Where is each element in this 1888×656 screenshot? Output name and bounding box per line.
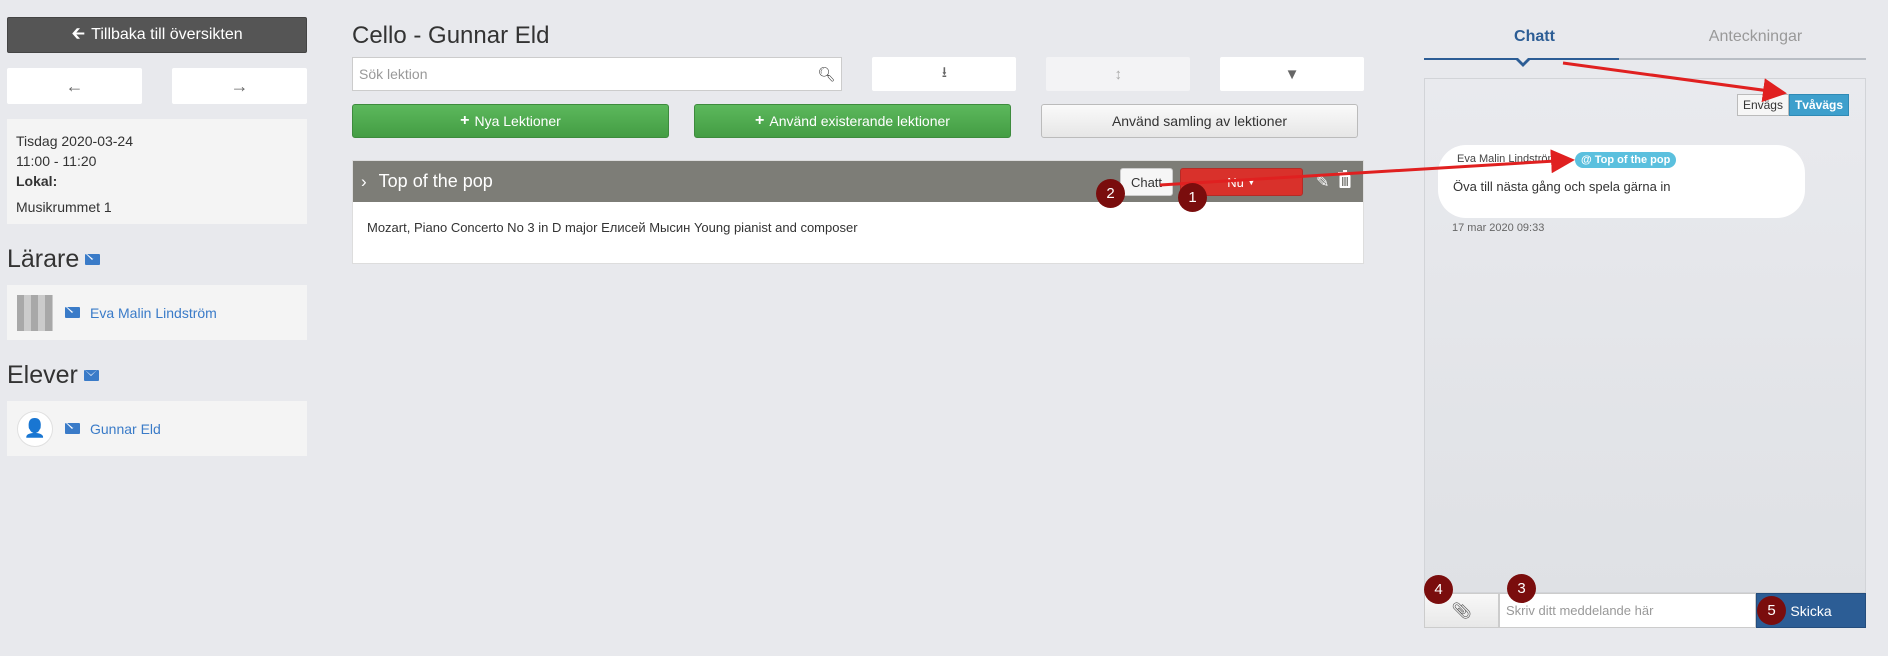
lesson-header: › Top of the pop Chatt Nu ▼ ✎: [353, 161, 1363, 202]
avatar: [17, 294, 53, 331]
filter-button[interactable]: ▼: [1220, 57, 1364, 91]
tab-notes[interactable]: Anteckningar: [1645, 22, 1866, 58]
lesson-nav: ← →: [7, 68, 307, 104]
status-label: Nu: [1227, 174, 1244, 190]
export-icon: ⭳: [941, 63, 948, 81]
export-button[interactable]: ⭳: [872, 57, 1017, 91]
annotation-badge-2: 2: [1096, 179, 1125, 208]
next-lesson-button[interactable]: →: [172, 68, 307, 104]
lesson-card: › Top of the pop Chatt Nu ▼ ✎ Mozart, Pi…: [352, 160, 1364, 264]
mail-icon[interactable]: [65, 307, 80, 318]
search-input[interactable]: [359, 66, 818, 82]
page-title: Cello - Gunnar Eld: [352, 22, 550, 49]
teachers-heading: Lärare: [7, 243, 307, 275]
plus-icon: +: [755, 112, 765, 129]
plus-icon: +: [460, 112, 470, 129]
message-input[interactable]: [1506, 603, 1749, 618]
paperclip-icon: 📎︎: [1451, 602, 1472, 620]
main-content: Cello - Gunnar Eld 🔍︎ ⭳ ↕ ▼ + Nya Lektio…: [352, 22, 1364, 264]
sort-vertical-icon: ↕: [1114, 65, 1122, 83]
new-lessons-button[interactable]: + Nya Lektioner: [352, 104, 669, 138]
lesson-description: Mozart, Piano Concerto No 3 in D major Е…: [367, 220, 858, 235]
pencil-icon[interactable]: ✎: [1316, 172, 1329, 192]
chat-mode-toggle: Envägs Tvåvägs: [1736, 94, 1849, 116]
annotation-badge-4: 4: [1424, 575, 1453, 604]
search-icon[interactable]: 🔍︎: [818, 66, 836, 83]
teacher-row: Eva Malin Lindström: [7, 285, 307, 340]
message-timestamp: 17 mar 2020 09:33: [1452, 222, 1545, 234]
lesson-info: Tisdag 2020-03-24 11:00 - 11:20 Lokal: M…: [7, 119, 307, 224]
lesson-title: Top of the pop: [378, 171, 493, 191]
mail-icon[interactable]: [85, 253, 101, 265]
lesson-time: 11:00 - 11:20: [16, 153, 97, 169]
student-row: 👤 Gunnar Eld: [7, 401, 307, 456]
lesson-date: Tisdag 2020-03-24: [16, 133, 134, 149]
twoway-mode-button[interactable]: Tvåvägs: [1788, 94, 1849, 116]
action-row: + Nya Lektioner + Använd existerande lek…: [352, 104, 1364, 138]
use-collection-label: Använd samling av lektioner: [1111, 113, 1288, 129]
chat-tabs: Chatt Anteckningar: [1424, 22, 1866, 67]
location-label: Lokal:: [16, 173, 58, 189]
annotation-badge-1: 1: [1178, 183, 1207, 212]
use-existing-lessons-button[interactable]: + Använd existerande lektioner: [694, 104, 1011, 138]
message-text: Öva till nästa gång och spela gärna in: [1453, 179, 1671, 194]
lesson-tag-badge[interactable]: @ Top of the pop: [1575, 152, 1677, 168]
use-existing-label: Använd existerande lektioner: [769, 113, 950, 129]
mail-icon[interactable]: [65, 423, 80, 434]
back-to-overview-button[interactable]: 🡰 Tillbaka till översikten: [7, 17, 307, 53]
previous-lesson-button[interactable]: ←: [7, 68, 142, 104]
active-tab-notch: [1515, 57, 1531, 67]
filter-icon: ▼: [1284, 65, 1300, 83]
toolbar: 🔍︎ ⭳ ↕ ▼: [352, 57, 1364, 91]
teachers-heading-label: Lärare: [7, 244, 80, 273]
chat-sidebar: Chatt Anteckningar Envägs Tvåvägs Eva Ma…: [1424, 22, 1866, 628]
new-lessons-label: Nya Lektioner: [474, 113, 561, 129]
teacher-name-link[interactable]: Eva Malin Lindström: [90, 305, 217, 321]
arrow-left-icon: ←: [65, 75, 84, 96]
annotation-badge-3: 3: [1507, 574, 1536, 603]
arrow-right-icon: →: [230, 75, 249, 96]
tab-chat[interactable]: Chatt: [1424, 22, 1645, 58]
chat-message: Eva Malin Lindström @ Top of the pop Öva…: [1438, 145, 1805, 218]
message-field: [1499, 593, 1756, 628]
students-heading-label: Elever: [7, 360, 78, 389]
students-heading: Elever: [7, 359, 307, 391]
back-button-label: Tillbaka till översikten: [91, 26, 243, 43]
left-sidebar: 🡰 Tillbaka till översikten ← → Tisdag 20…: [7, 17, 307, 456]
room-name: Musikrummet 1: [16, 199, 112, 215]
search-box: 🔍︎: [352, 57, 843, 91]
avatar-placeholder-icon: 👤: [17, 410, 53, 447]
oneway-mode-button[interactable]: Envägs: [1736, 94, 1789, 116]
arrow-left-icon: 🡰: [71, 23, 86, 43]
sort-button[interactable]: ↕: [1046, 57, 1191, 91]
mail-icon[interactable]: [83, 369, 99, 381]
chevron-right-icon[interactable]: ›: [361, 172, 367, 192]
message-author: Eva Malin Lindström: [1457, 153, 1557, 165]
student-name-link[interactable]: Gunnar Eld: [90, 421, 161, 437]
trash-icon[interactable]: [1338, 170, 1352, 188]
caret-down-icon: ▼: [1246, 177, 1256, 187]
chat-panel: Envägs Tvåvägs Eva Malin Lindström @ Top…: [1424, 78, 1866, 593]
chat-button[interactable]: Chatt: [1120, 168, 1173, 196]
use-collection-button[interactable]: Använd samling av lektioner: [1041, 104, 1358, 138]
message-composer: 📎︎ Skicka: [1424, 593, 1866, 628]
annotation-badge-5: 5: [1757, 596, 1786, 625]
